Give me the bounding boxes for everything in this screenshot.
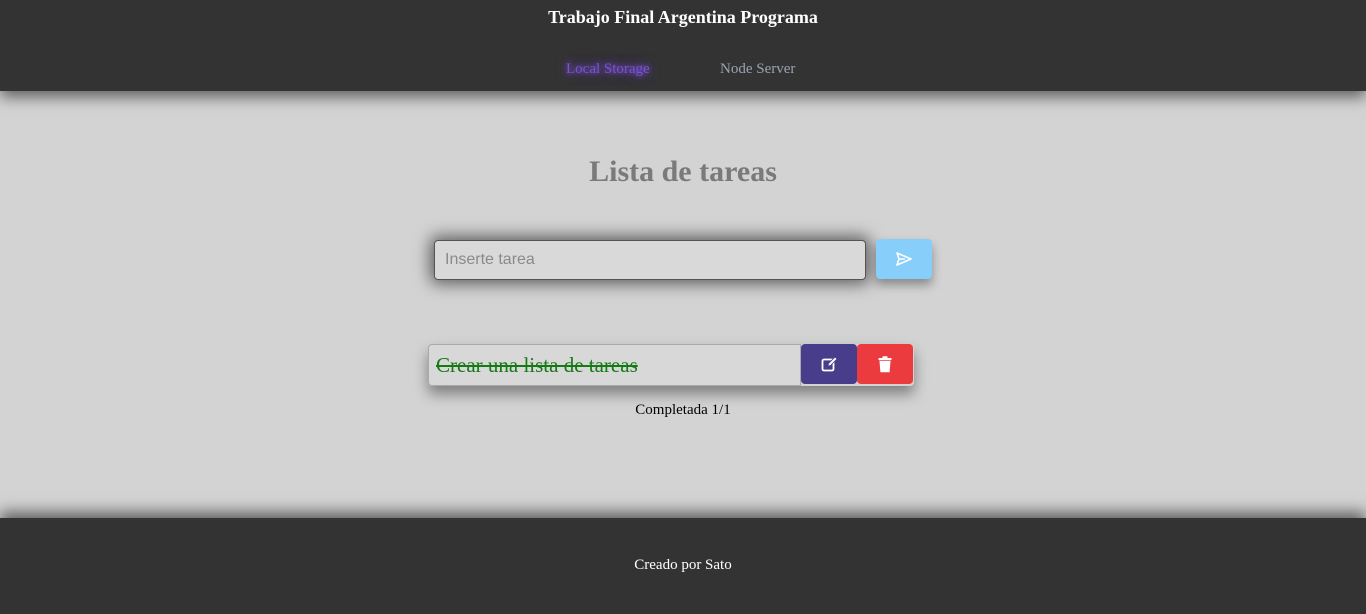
task-input[interactable]: [434, 240, 866, 280]
task-item: Crear una lista de tareas: [428, 344, 914, 386]
edit-task-button[interactable]: [801, 344, 857, 384]
trash-icon: [878, 355, 892, 372]
app-title: Trabajo Final Argentina Programa: [548, 7, 818, 27]
nav-link-node-server[interactable]: Node Server: [720, 61, 795, 78]
task-text-box: Crear una lista de tareas: [428, 344, 801, 386]
send-icon: [896, 252, 912, 266]
page-title: Lista de tareas: [589, 155, 777, 188]
footer-credit: Creado por Sato: [634, 557, 732, 573]
delete-task-button[interactable]: [857, 344, 913, 384]
app-header: Trabajo Final Argentina Programa Local S…: [0, 0, 1366, 91]
edit-icon: [821, 355, 838, 371]
send-button[interactable]: [876, 239, 932, 279]
task-text: Crear una lista de tareas: [436, 353, 638, 377]
main-nav: Local Storage Node Server: [0, 61, 1366, 83]
completion-status: Completada 1/1: [635, 402, 731, 418]
app-footer: Creado por Sato: [0, 518, 1366, 614]
nav-link-local-storage[interactable]: Local Storage: [566, 61, 650, 78]
